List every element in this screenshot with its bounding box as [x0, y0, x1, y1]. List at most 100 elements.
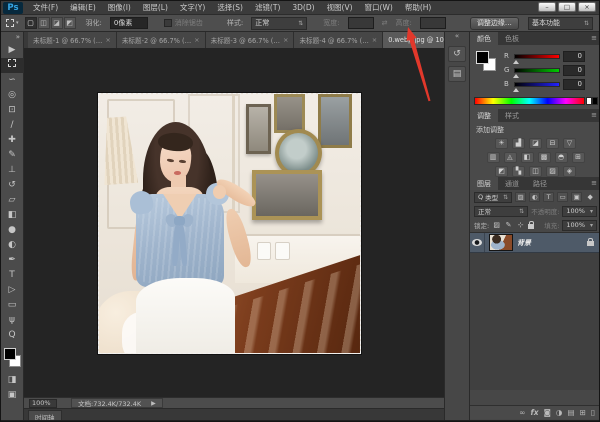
refine-edge-button[interactable]: 调整边缘…: [470, 17, 519, 30]
style-dropdown[interactable]: 正常 ⇅: [251, 17, 307, 30]
lock-pixels-icon[interactable]: ✎: [504, 220, 513, 230]
fill-dropdown[interactable]: 100% ▾: [562, 220, 597, 231]
height-input[interactable]: [420, 17, 446, 29]
menu-edit[interactable]: 编辑(E): [64, 1, 102, 15]
hand-tool[interactable]: ψ: [1, 313, 24, 328]
color-balance-icon[interactable]: ◬: [504, 152, 517, 163]
lock-all-icon[interactable]: [528, 224, 534, 229]
posterize-icon[interactable]: ▚: [512, 166, 525, 177]
red-slider[interactable]: [514, 54, 560, 59]
tab-color[interactable]: 颜色: [470, 32, 498, 45]
tool-preset-picker[interactable]: ▾: [6, 19, 19, 27]
tab-untitled-4[interactable]: 未标题-4 @ 66.7% (… ×: [294, 32, 383, 48]
tab-close-icon[interactable]: ×: [105, 36, 110, 44]
shape-tool[interactable]: ▭: [1, 298, 24, 313]
pen-tool[interactable]: ✒: [1, 253, 24, 268]
foreground-color-swatch[interactable]: [4, 348, 16, 360]
type-tool[interactable]: T: [1, 268, 24, 283]
filter-shape-layers-icon[interactable]: ▭: [557, 192, 568, 202]
zoom-level-field[interactable]: 100%: [29, 399, 57, 408]
filter-pin-icon[interactable]: ◆: [585, 192, 595, 202]
panel-menu-icon[interactable]: ≡: [591, 111, 597, 119]
antialias-checkbox[interactable]: [164, 19, 172, 27]
invert-icon[interactable]: ◩: [495, 166, 508, 177]
background-layer-row[interactable]: 背景: [470, 233, 600, 253]
feather-input[interactable]: 0像素: [110, 17, 148, 29]
lock-transparent-icon[interactable]: ▨: [492, 220, 501, 230]
blur-tool[interactable]: ●: [1, 223, 24, 238]
intersect-selection-button[interactable]: ◩: [64, 17, 76, 29]
clone-stamp-tool[interactable]: ⊥: [1, 163, 24, 178]
tab-untitled-1[interactable]: 未标题-1 @ 66.7% (… ×: [28, 32, 117, 48]
filter-smart-objects-icon[interactable]: ▣: [571, 192, 582, 202]
new-layer-icon[interactable]: ⊞: [580, 408, 586, 417]
channel-mixer-icon[interactable]: ◓: [555, 152, 568, 163]
canvas-image[interactable]: [98, 93, 361, 354]
eraser-tool[interactable]: ▱: [1, 193, 24, 208]
menu-layer[interactable]: 图层(L): [137, 1, 174, 15]
slider-thumb[interactable]: [513, 60, 519, 64]
selective-color-icon[interactable]: ◈: [563, 166, 576, 177]
new-selection-button[interactable]: ▢: [25, 17, 37, 29]
eyedropper-tool[interactable]: ∕: [1, 118, 24, 133]
menu-help[interactable]: 帮助(H): [399, 1, 438, 15]
layer-thumbnail[interactable]: [489, 234, 513, 251]
dodge-tool[interactable]: ◐: [1, 238, 24, 253]
foreground-color-swatch[interactable]: [476, 51, 489, 64]
menu-3d[interactable]: 3D(D): [286, 1, 320, 15]
filter-kind-dropdown[interactable]: Q 类型 ⇅: [474, 192, 512, 203]
photo-filter-icon[interactable]: ▩: [538, 152, 551, 163]
blue-slider[interactable]: [514, 82, 560, 87]
healing-brush-tool[interactable]: ✚: [1, 133, 24, 148]
exposure-icon[interactable]: ⊟: [546, 138, 559, 149]
minimize-button[interactable]: –: [538, 2, 556, 12]
layer-visibility-cell[interactable]: [470, 233, 485, 252]
tab-swatches[interactable]: 色板: [498, 32, 526, 45]
lasso-tool[interactable]: ∽: [1, 73, 24, 88]
subtract-selection-button[interactable]: ◪: [51, 17, 63, 29]
add-selection-button[interactable]: ◫: [38, 17, 50, 29]
quick-mask-button[interactable]: ◨: [1, 373, 24, 388]
black-white-icon[interactable]: ◧: [521, 152, 534, 163]
filter-pixel-layers-icon[interactable]: ▨: [515, 192, 526, 202]
hue-saturation-icon[interactable]: ▥: [487, 152, 500, 163]
tab-close-icon[interactable]: ×: [194, 36, 199, 44]
gradient-tool[interactable]: ◧: [1, 208, 24, 223]
quick-select-tool[interactable]: ◎: [1, 88, 24, 103]
delete-layer-icon[interactable]: ▯: [591, 408, 595, 417]
tab-paths[interactable]: 路径: [526, 177, 554, 190]
panel-menu-icon[interactable]: ≡: [591, 34, 597, 42]
threshold-icon[interactable]: ◫: [529, 166, 542, 177]
zoom-tool[interactable]: Q: [1, 328, 24, 343]
move-tool[interactable]: ▶: [1, 43, 24, 58]
tab-close-icon[interactable]: ×: [372, 36, 377, 44]
adjustment-layer-icon[interactable]: ◑: [556, 408, 563, 417]
brightness-contrast-icon[interactable]: ☀: [495, 138, 508, 149]
crop-tool[interactable]: ⊡: [1, 103, 24, 118]
blend-mode-dropdown[interactable]: 正常 ⇅: [474, 206, 528, 217]
status-expand-icon[interactable]: ▶: [151, 400, 156, 407]
tab-layers[interactable]: 图层: [470, 177, 498, 190]
layer-effects-icon[interactable]: fx: [531, 408, 539, 417]
properties-panel-icon[interactable]: ▤: [448, 66, 466, 82]
filter-type-layers-icon[interactable]: T: [543, 192, 554, 202]
menu-type[interactable]: 文字(Y): [174, 1, 211, 15]
menu-select[interactable]: 选择(S): [211, 1, 249, 15]
rect-marquee-tool[interactable]: [1, 58, 24, 73]
path-select-tool[interactable]: ▷: [1, 283, 24, 298]
menu-window[interactable]: 窗口(W): [359, 1, 399, 15]
lock-position-icon[interactable]: ⊹: [516, 220, 525, 230]
color-spectrum-ramp[interactable]: [474, 97, 585, 105]
menu-file[interactable]: 文件(F): [27, 1, 64, 15]
screen-mode-button[interactable]: ▣: [1, 388, 24, 403]
slider-thumb[interactable]: [513, 88, 519, 92]
toolbar-collapse-icon[interactable]: »: [1, 32, 23, 43]
tab-adjustments[interactable]: 调整: [470, 109, 498, 122]
tab-close-icon[interactable]: ×: [283, 36, 288, 44]
layer-group-icon[interactable]: ▤: [567, 408, 574, 417]
workspace-switcher[interactable]: 基本功能 ⇅: [528, 17, 593, 30]
red-value-field[interactable]: 0: [563, 51, 585, 62]
tab-untitled-3[interactable]: 未标题-3 @ 66.7% (… ×: [206, 32, 295, 48]
panel-menu-icon[interactable]: ≡: [591, 179, 597, 187]
tab-channels[interactable]: 通道: [498, 177, 526, 190]
